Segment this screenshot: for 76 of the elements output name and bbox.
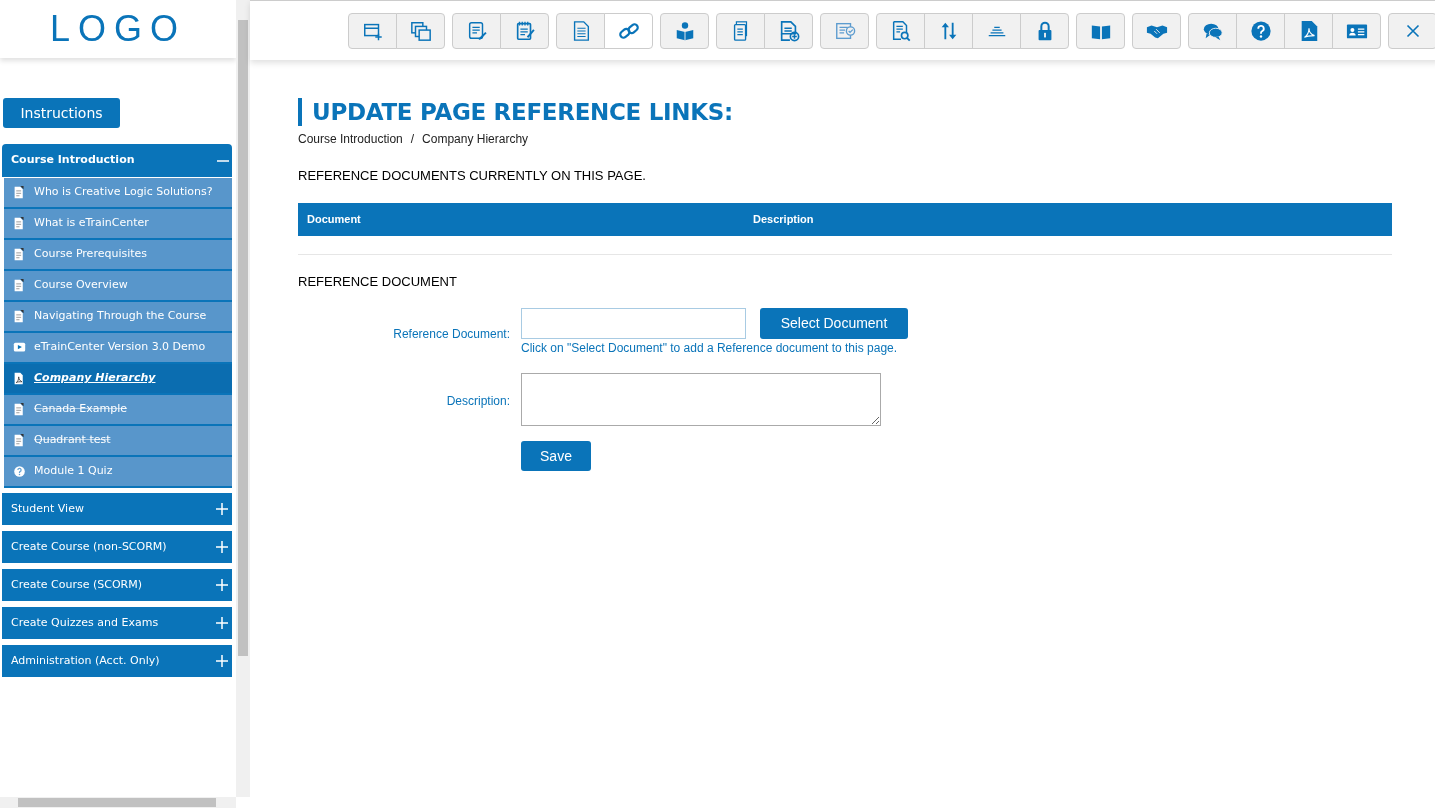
toolbar-button[interactable] [1284,12,1333,49]
section-heading: REFERENCE DOCUMENT [298,272,458,291]
horizontal-scrollbar[interactable] [0,797,236,808]
expand-icon [215,578,229,592]
accordion-header[interactable]: Administration (Acct. Only) [2,645,232,678]
document-icon [13,309,26,324]
page-title: UPDATE PAGE REFERENCE LINKS: [298,98,1392,126]
reference-document-field[interactable] [521,308,746,339]
collapse-icon [217,159,229,162]
toolbar-button[interactable] [1132,12,1181,49]
document-icon [13,247,26,262]
scrollbar-thumb[interactable] [238,20,248,656]
toolbar-button[interactable] [556,12,605,49]
help-text: Click on "Select Document" to add a Reference document to this page. [521,340,899,357]
accordion-header[interactable]: Create Course (non-SCORM) [2,531,232,564]
sidebar-item[interactable]: Company Hierarchy [4,364,232,395]
sidebar-item[interactable]: Course Prerequisites [4,240,232,271]
toolbar-button[interactable] [764,12,813,49]
section-heading: REFERENCE DOCUMENTS CURRENTLY ON THIS PAGE. [298,167,647,185]
breadcrumb-item[interactable]: Course Introduction [298,130,403,148]
sidebar-item[interactable]: Quadrant test [4,426,232,457]
toolbar-button[interactable] [1236,12,1285,49]
toolbar-button[interactable] [660,12,709,49]
toolbar-button[interactable] [396,12,445,49]
sidebar-item[interactable]: Navigating Through the Course [4,302,232,333]
expand-icon [215,502,229,516]
document-icon [13,216,26,231]
accordion-header[interactable]: Student View [2,493,232,526]
toolbar-button[interactable] [972,12,1021,49]
instructions-button[interactable]: Instructions [3,98,120,128]
select-document-button[interactable]: Select Document [760,308,908,339]
toolbar-button[interactable] [716,12,765,49]
toolbar-button[interactable] [1388,12,1435,49]
vertical-scrollbar[interactable] [236,0,250,797]
toolbar-button[interactable] [348,12,397,49]
accordion-header[interactable]: Course Introduction [2,144,232,178]
save-button[interactable]: Save [521,441,591,471]
document-icon [13,185,26,200]
description-field[interactable] [521,373,881,426]
column-header: Document [306,211,362,227]
accordion-header[interactable]: Create Quizzes and Exams [2,607,232,640]
expand-icon [215,654,229,668]
video-icon [13,340,26,355]
toolbar-button[interactable] [820,12,869,49]
breadcrumb-separator: / [410,131,415,148]
sidebar-item[interactable]: Canada Example [4,395,232,426]
field-label: Reference Document: [392,326,511,343]
field-label: Description: [445,393,511,410]
breadcrumb-item[interactable]: Company Hierarchy [422,130,529,148]
toolbar-button[interactable] [1020,12,1069,49]
toolbar-button[interactable] [1188,12,1237,49]
scrollbar-thumb[interactable] [18,798,216,807]
sidebar-item[interactable]: Course Overview [4,271,232,302]
document-icon [13,278,26,293]
sidebar-item[interactable]: Module 1 Quiz [4,457,232,488]
accordion-header[interactable]: Create Course (SCORM) [2,569,232,602]
toolbar-button[interactable] [1076,12,1125,49]
sidebar-item[interactable]: eTrainCenter Version 3.0 Demo [4,333,232,364]
document-icon [13,433,26,448]
logo-text: LOGO [50,7,186,51]
toolbar-button[interactable] [1332,12,1381,49]
toolbar-button[interactable] [604,12,653,49]
toolbar-button[interactable] [876,12,925,49]
column-header: Description [752,211,814,227]
toolbar-button[interactable] [924,12,973,49]
sidebar-item[interactable]: Who is Creative Logic Solutions? [4,178,232,209]
expand-icon [215,616,229,630]
help-icon [1249,19,1272,42]
pdf-icon [13,371,26,386]
copy-icon [409,19,432,42]
toolbar-button[interactable] [500,12,549,49]
document-icon [13,402,26,417]
sidebar-item[interactable]: What is eTrainCenter [4,209,232,240]
question-icon [13,464,26,479]
toolbar-button[interactable] [452,12,501,49]
expand-icon [215,540,229,554]
